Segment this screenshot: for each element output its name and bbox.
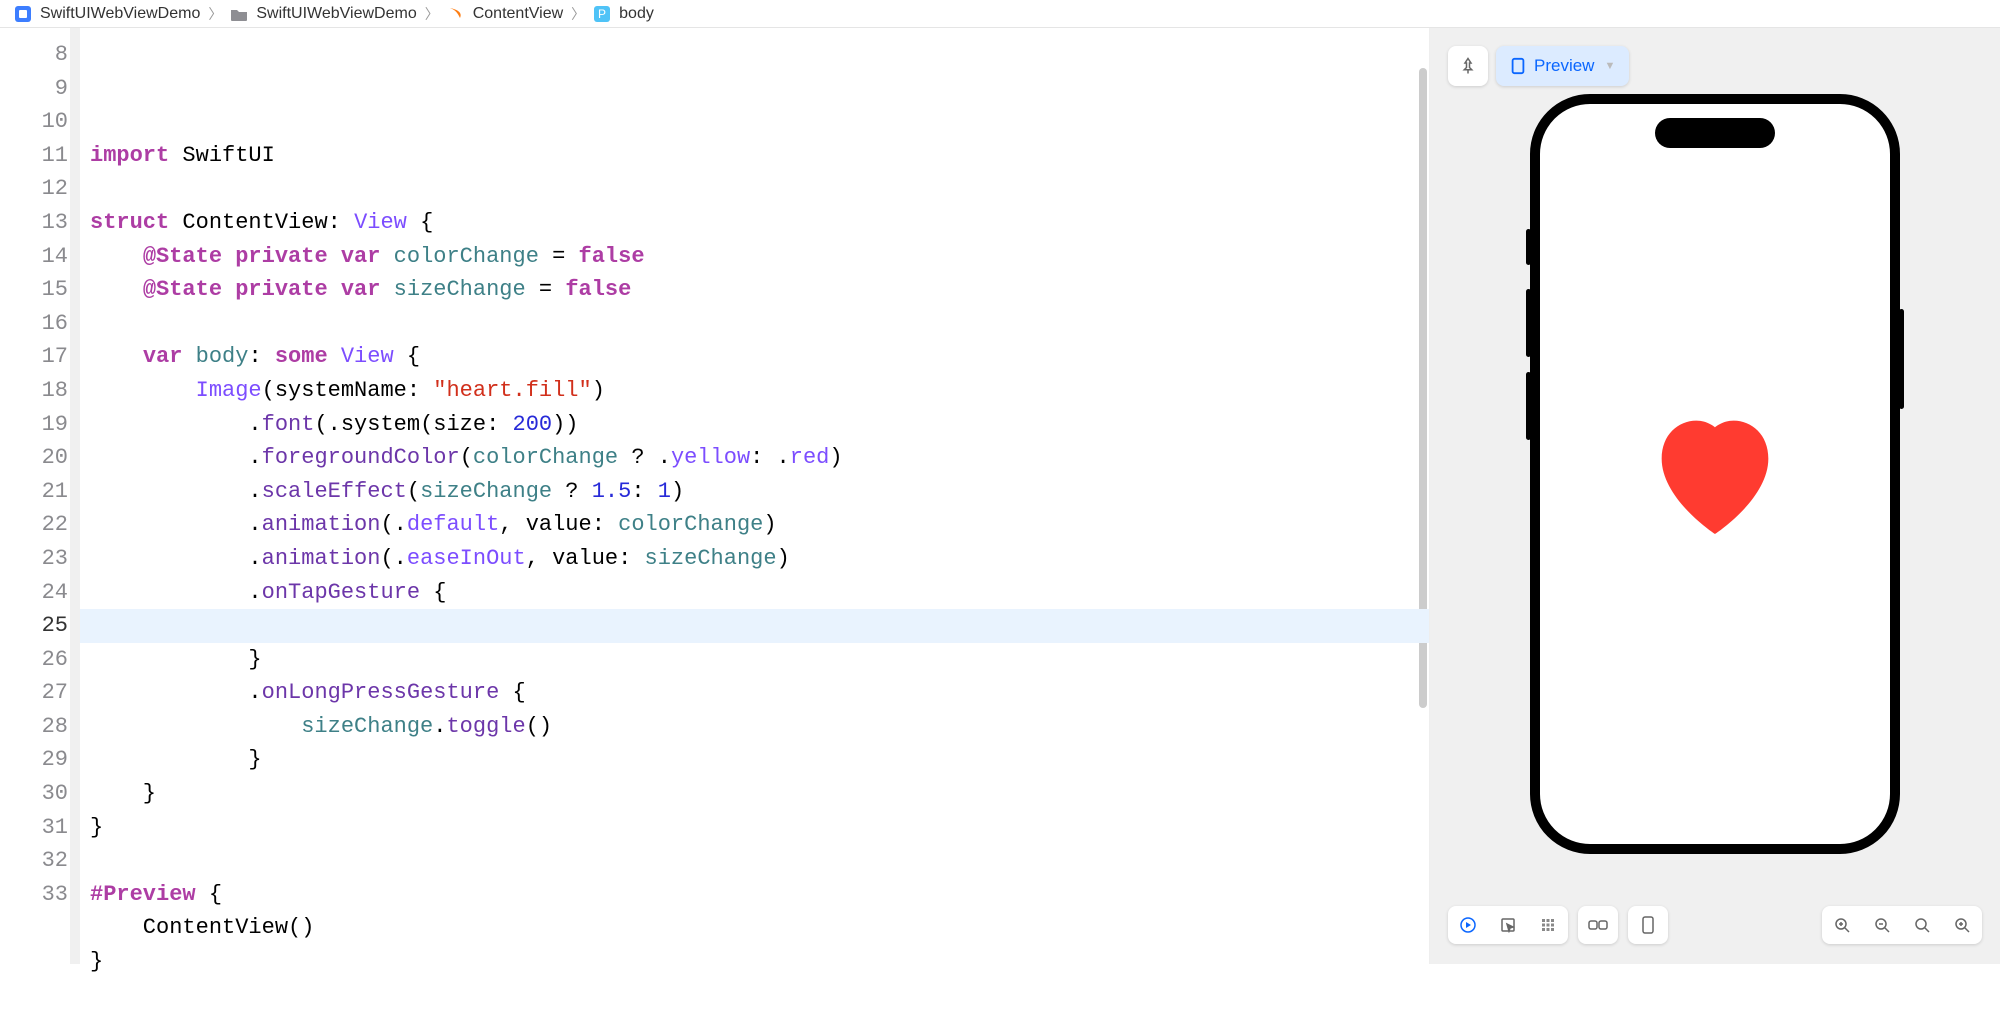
- preview-button[interactable]: Preview ▼: [1496, 46, 1629, 86]
- chevron-right-icon: 〉: [208, 4, 222, 24]
- code-editor[interactable]: 8910111213141516171819202122232425262728…: [0, 28, 1430, 964]
- scrollbar-track[interactable]: [1417, 28, 1429, 964]
- svg-text:P: P: [598, 7, 606, 21]
- breadcrumb-project[interactable]: SwiftUIWebViewDemo: [40, 5, 200, 23]
- code-line[interactable]: @State private var colorChange = false: [80, 240, 1429, 274]
- line-number: 31: [0, 811, 68, 845]
- code-line[interactable]: }: [80, 777, 1429, 811]
- line-number: 22: [0, 508, 68, 542]
- code-line[interactable]: }: [80, 945, 1429, 979]
- line-number: 27: [0, 676, 68, 710]
- line-number: 29: [0, 743, 68, 777]
- property-icon: P: [593, 5, 611, 23]
- code-line[interactable]: .animation(.easeInOut, value: sizeChange…: [80, 542, 1429, 576]
- project-icon: [14, 5, 32, 23]
- code-line[interactable]: [80, 307, 1429, 341]
- zoom-actual-button[interactable]: [1902, 906, 1942, 944]
- line-number: 11: [0, 139, 68, 173]
- code-line[interactable]: .onLongPressGesture {: [80, 676, 1429, 710]
- play-button[interactable]: [1448, 906, 1488, 944]
- volume-down-button: [1526, 372, 1531, 440]
- code-area[interactable]: import SwiftUI struct ContentView: View {…: [80, 28, 1430, 964]
- code-line[interactable]: .foregroundColor(colorChange ? .yellow: …: [80, 441, 1429, 475]
- power-button: [1899, 309, 1904, 409]
- line-number: 17: [0, 340, 68, 374]
- device-settings-button[interactable]: [1628, 906, 1668, 944]
- code-line[interactable]: Image(systemName: "heart.fill"): [80, 374, 1429, 408]
- code-line[interactable]: [80, 844, 1429, 878]
- zoom-to-fit-button[interactable]: [1822, 906, 1862, 944]
- grid-button[interactable]: [1528, 906, 1568, 944]
- code-line[interactable]: }: [80, 743, 1429, 777]
- code-line[interactable]: }: [80, 643, 1429, 677]
- line-number: 28: [0, 710, 68, 744]
- code-line[interactable]: ContentView(): [80, 911, 1429, 945]
- code-line[interactable]: sizeChange.toggle(): [80, 710, 1429, 744]
- line-number: 18: [0, 374, 68, 408]
- dynamic-island: [1655, 118, 1775, 148]
- heart-icon[interactable]: [1630, 394, 1800, 554]
- code-line[interactable]: .onTapGesture {: [80, 576, 1429, 610]
- code-line[interactable]: .font(.system(size: 200)): [80, 408, 1429, 442]
- line-number: 10: [0, 105, 68, 139]
- breadcrumb-symbol[interactable]: body: [619, 5, 654, 23]
- chevron-right-icon: 〉: [425, 4, 439, 24]
- code-line[interactable]: var body: some View {: [80, 340, 1429, 374]
- breadcrumb-file[interactable]: ContentView: [473, 5, 563, 23]
- code-line[interactable]: import SwiftUI: [80, 139, 1429, 173]
- line-number: 32: [0, 844, 68, 878]
- zoom-out-button[interactable]: [1862, 906, 1902, 944]
- folder-icon: [230, 5, 248, 23]
- line-number: 13: [0, 206, 68, 240]
- swift-icon: [447, 5, 465, 23]
- device-preview[interactable]: [1530, 94, 1900, 854]
- code-line[interactable]: [80, 979, 1429, 1012]
- line-number: 8: [0, 38, 68, 72]
- line-number: 24: [0, 576, 68, 610]
- line-number: 30: [0, 777, 68, 811]
- preview-toolbar: [1448, 906, 1982, 944]
- code-line[interactable]: .animation(.default, value: colorChange): [80, 508, 1429, 542]
- chevron-right-icon: 〉: [571, 4, 585, 24]
- code-line[interactable]: #Preview {: [80, 878, 1429, 912]
- zoom-in-button[interactable]: [1942, 906, 1982, 944]
- breadcrumb-folder[interactable]: SwiftUIWebViewDemo: [256, 5, 416, 23]
- line-number-gutter: 8910111213141516171819202122232425262728…: [0, 28, 80, 964]
- line-number: 16: [0, 307, 68, 341]
- line-number: 9: [0, 72, 68, 106]
- line-number: 19: [0, 408, 68, 442]
- line-number: 20: [0, 441, 68, 475]
- code-line[interactable]: struct ContentView: View {: [80, 206, 1429, 240]
- chevron-down-icon: ▼: [1604, 60, 1615, 72]
- line-number: 25: [0, 609, 68, 643]
- volume-up-button: [1526, 289, 1531, 357]
- line-number: 21: [0, 475, 68, 509]
- preview-pane: Preview ▼: [1430, 28, 2000, 964]
- code-line[interactable]: @State private var sizeChange = false: [80, 273, 1429, 307]
- line-number: 12: [0, 172, 68, 206]
- code-line[interactable]: [80, 172, 1429, 206]
- line-number: 33: [0, 878, 68, 912]
- line-number: 15: [0, 273, 68, 307]
- line-number: 23: [0, 542, 68, 576]
- preview-button-label: Preview: [1534, 56, 1594, 76]
- variants-button[interactable]: [1578, 906, 1618, 944]
- code-line[interactable]: }: [80, 811, 1429, 845]
- selectable-button[interactable]: [1488, 906, 1528, 944]
- code-line[interactable]: .scaleEffect(sizeChange ? 1.5: 1): [80, 475, 1429, 509]
- line-number: 14: [0, 240, 68, 274]
- mute-switch: [1526, 229, 1531, 265]
- line-number: 26: [0, 643, 68, 677]
- pin-button[interactable]: [1448, 46, 1488, 86]
- breadcrumb: SwiftUIWebViewDemo 〉 SwiftUIWebViewDemo …: [0, 0, 2000, 28]
